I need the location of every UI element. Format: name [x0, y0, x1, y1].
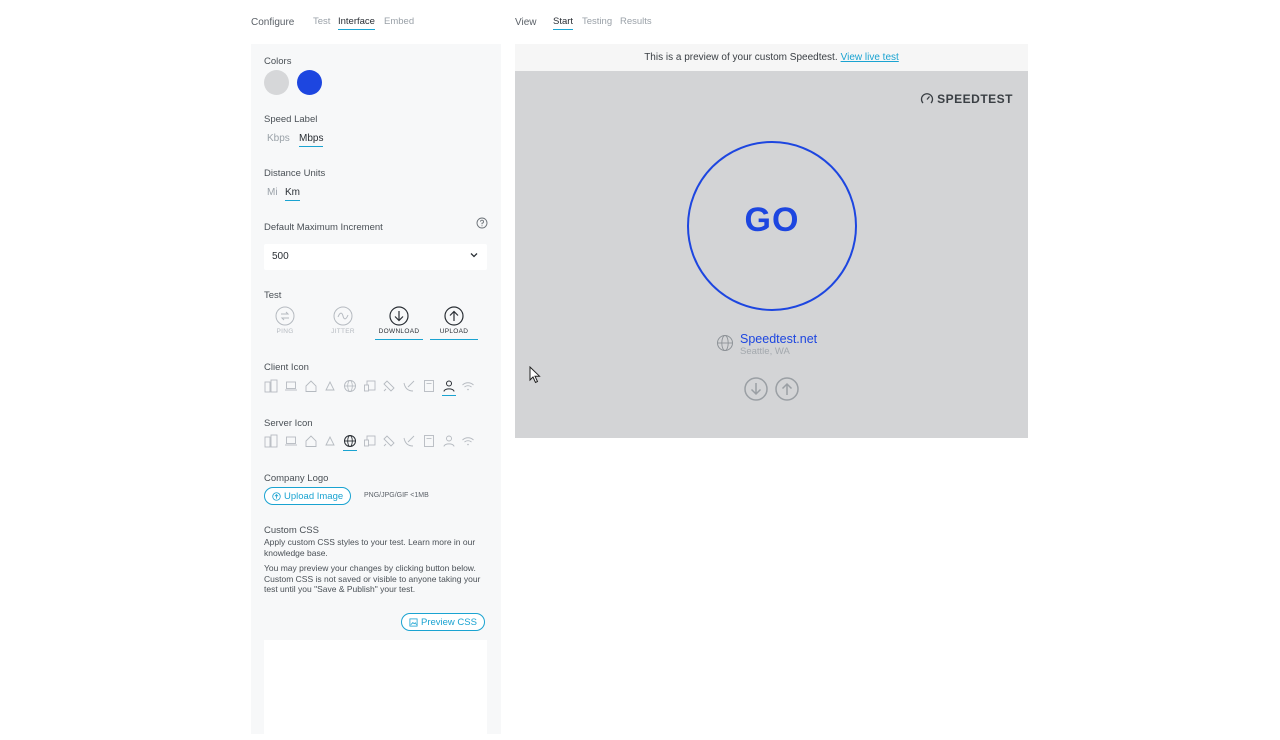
custom-css-label: Custom CSS	[264, 525, 319, 536]
satellite-icon[interactable]	[382, 379, 396, 393]
preview-banner-text: This is a preview of your custom Speedte…	[644, 52, 838, 63]
client-icon-label: Client Icon	[264, 362, 309, 373]
tab-embed[interactable]: Embed	[384, 16, 414, 27]
upload-icon	[444, 306, 464, 326]
tab-testing[interactable]: Testing	[582, 16, 612, 27]
chevron-down-icon	[470, 253, 478, 258]
laptop-icon[interactable]	[284, 434, 298, 448]
test-option-label: PING	[276, 328, 294, 335]
distance-option-km[interactable]: Km	[285, 187, 300, 201]
server-location: Seattle, WA	[740, 346, 790, 357]
building-icon[interactable]	[264, 434, 278, 448]
custom-css-description: Apply custom CSS styles to your test. Le…	[264, 537, 476, 558]
mouse-cursor-icon	[529, 366, 541, 384]
wifi-icon[interactable]	[461, 379, 475, 393]
speedtest-logo: SPEEDTEST	[920, 92, 1013, 106]
tab-start[interactable]: Start	[553, 16, 574, 30]
wifi-icon[interactable]	[461, 434, 475, 448]
distance-option-mi[interactable]: Mi	[267, 187, 278, 198]
speed-option-mbps[interactable]: Mbps	[299, 133, 324, 147]
upload-icon	[775, 377, 799, 401]
test-option-label: JITTER	[331, 328, 355, 335]
ping-icon	[275, 306, 295, 326]
devices-icon[interactable]	[363, 379, 377, 393]
satellite-dish-icon[interactable]	[402, 379, 416, 393]
question-circle-icon[interactable]	[476, 217, 488, 229]
preview-css-button[interactable]: Preview CSS	[401, 613, 485, 631]
globe-icon[interactable]	[343, 379, 357, 393]
view-live-test-link[interactable]: View live test	[841, 52, 899, 63]
distance-units-label: Distance Units	[264, 168, 326, 179]
go-label: GO	[744, 201, 800, 239]
max-increment-select[interactable]: 500	[264, 244, 487, 270]
satellite-icon[interactable]	[382, 434, 396, 448]
view-label: View	[515, 17, 537, 28]
test-option-label: UPLOAD	[439, 328, 469, 335]
image-icon	[409, 617, 418, 627]
speed-label-label: Speed Label	[264, 114, 318, 125]
color-swatch-gray[interactable]	[264, 70, 289, 95]
speed-option-kbps[interactable]: Kbps	[267, 133, 290, 144]
test-option-upload[interactable]: UPLOAD	[430, 306, 478, 340]
speedtest-preview: SPEEDTEST GO Speedtest.net Seattle, WA	[515, 71, 1028, 438]
test-option-label: DOWNLOAD	[378, 328, 420, 335]
tab-test[interactable]: Test	[313, 16, 330, 27]
person-icon[interactable]	[442, 379, 456, 396]
tab-interface[interactable]: Interface	[338, 16, 375, 30]
upload-image-label: Upload Image	[284, 490, 344, 502]
download-icon	[744, 377, 768, 401]
tab-results[interactable]: Results	[620, 16, 652, 27]
globe-icon[interactable]	[343, 434, 357, 451]
client-icon-row	[264, 379, 484, 397]
download-icon	[389, 306, 409, 326]
custom-css-preview-note: You may preview your changes by clicking…	[264, 563, 481, 594]
home-icon[interactable]	[304, 379, 318, 393]
max-increment-value: 500	[272, 251, 289, 262]
logo-file-note: PNG/JPG/GIF <1MB	[364, 492, 429, 499]
company-logo-label: Company Logo	[264, 473, 329, 484]
test-label: Test	[264, 290, 282, 301]
test-option-ping[interactable]: PING	[261, 306, 309, 335]
go-button[interactable]: GO	[687, 141, 857, 311]
server-icon[interactable]	[422, 379, 436, 393]
cloud-icon[interactable]	[323, 379, 337, 393]
colors-label: Colors	[264, 56, 292, 67]
jitter-icon	[333, 306, 353, 326]
custom-css-editor[interactable]	[264, 640, 487, 740]
person-icon[interactable]	[442, 434, 456, 448]
globe-icon	[717, 335, 733, 351]
server-icon-label: Server Icon	[264, 418, 313, 429]
satellite-dish-icon[interactable]	[402, 434, 416, 448]
building-icon[interactable]	[264, 379, 278, 393]
color-swatch-blue[interactable]	[297, 70, 322, 95]
preview-css-label: Preview CSS	[421, 616, 477, 628]
server-icon-row	[264, 434, 484, 452]
settings-panel: Colors Speed Label Kbps Mbps Distance Un…	[251, 44, 501, 740]
configure-label: Configure	[251, 17, 295, 28]
devices-icon[interactable]	[363, 434, 377, 448]
test-option-download[interactable]: DOWNLOAD	[375, 306, 423, 340]
test-option-jitter[interactable]: JITTER	[319, 306, 367, 335]
gauge-icon	[921, 93, 934, 104]
cloud-icon[interactable]	[323, 434, 337, 448]
speedtest-logo-text: SPEEDTEST	[937, 92, 1013, 106]
server-name[interactable]: Speedtest.net	[740, 332, 817, 346]
laptop-icon[interactable]	[284, 379, 298, 393]
server-icon[interactable]	[422, 434, 436, 448]
preview-banner: This is a preview of your custom Speedte…	[515, 44, 1028, 71]
upload-circle-icon	[272, 491, 281, 501]
upload-image-button[interactable]: Upload Image	[264, 487, 352, 505]
max-increment-label: Default Maximum Increment	[264, 222, 383, 233]
home-icon[interactable]	[304, 434, 318, 448]
